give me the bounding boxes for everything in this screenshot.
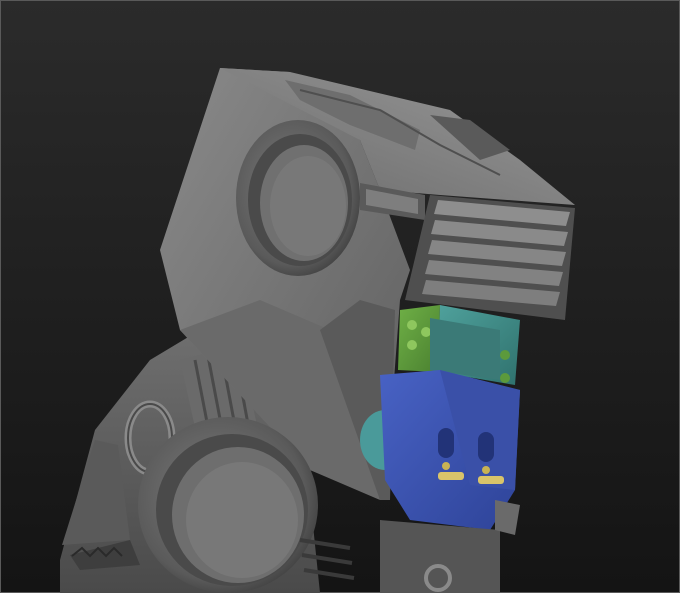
upper-eye-ring bbox=[236, 120, 360, 276]
front-vents bbox=[405, 195, 575, 320]
3d-viewport[interactable] bbox=[0, 0, 680, 593]
robot-head-sculpt bbox=[60, 68, 575, 593]
